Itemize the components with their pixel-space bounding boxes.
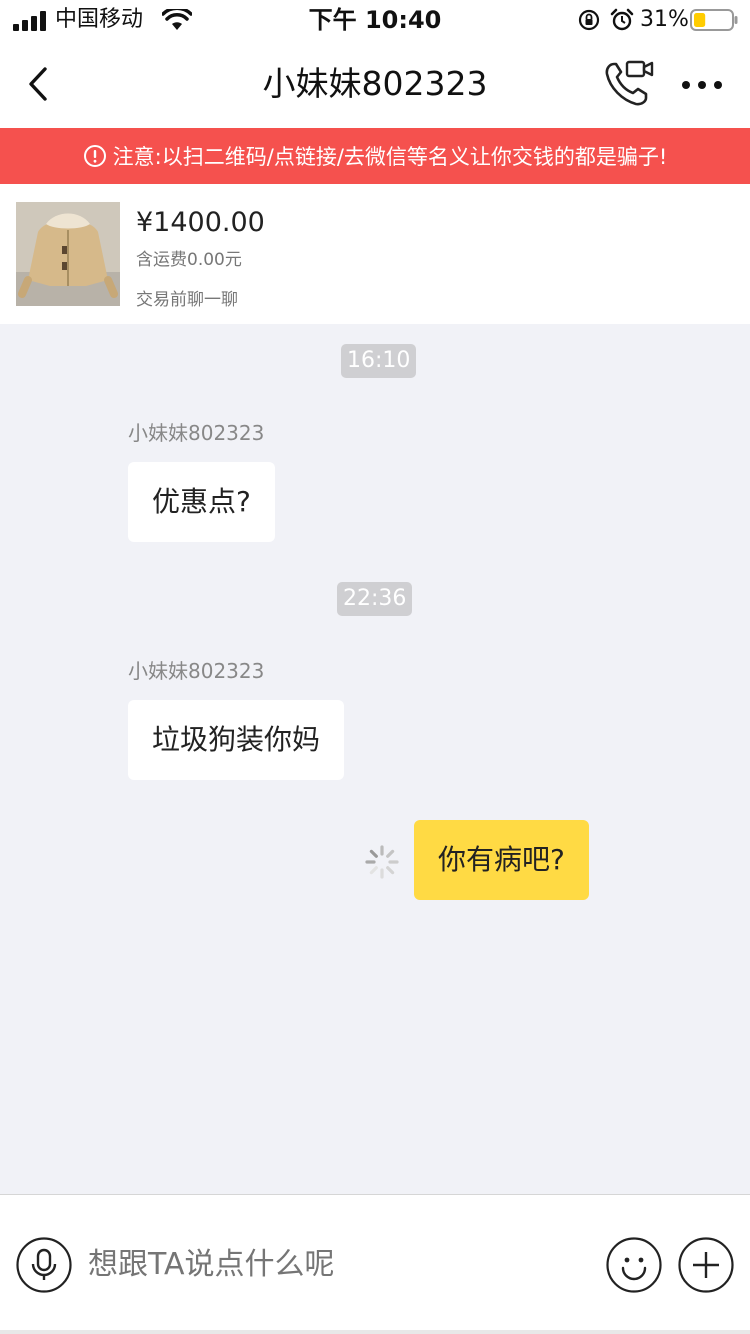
message-bubble-outgoing[interactable]: 你有病吧? <box>414 820 589 900</box>
status-bar: 中国移动 下午 10:40 31% <box>0 0 750 40</box>
status-time: 下午 10:40 <box>308 6 442 34</box>
sending-spinner-icon <box>365 845 399 879</box>
alert-circle-icon <box>83 145 106 167</box>
timestamp: 22:36 <box>337 582 413 616</box>
message-input[interactable] <box>88 1245 588 1285</box>
jacket-image <box>16 202 120 306</box>
product-hint: 交易前聊一聊 <box>136 290 238 310</box>
message-bubble-incoming[interactable]: 优惠点? <box>128 462 275 542</box>
video-call-icon[interactable] <box>600 58 660 110</box>
input-bar <box>0 1194 750 1334</box>
plus-icon[interactable] <box>678 1237 734 1293</box>
warning-text: 注意:以扫二维码/点链接/去微信等名义让你交钱的都是骗子! <box>112 145 668 169</box>
timestamp: 16:10 <box>341 344 417 378</box>
message-bubble-incoming[interactable]: 垃圾狗装你妈 <box>128 700 345 780</box>
scam-warning-banner: 注意:以扫二维码/点链接/去微信等名义让你交钱的都是骗子! <box>0 128 750 184</box>
battery-percent: 31% <box>640 7 689 32</box>
sender-name: 小妹妹802323 <box>128 421 265 445</box>
product-price: ¥1400.00 <box>136 207 265 238</box>
rotation-lock-icon <box>578 9 600 31</box>
alarm-icon <box>610 8 634 31</box>
emoji-icon[interactable] <box>606 1237 662 1293</box>
chat-area[interactable]: 16:10 小妹妹802323 优惠点? 22:36 小妹妹802323 垃圾狗… <box>0 324 750 1194</box>
microphone-icon[interactable] <box>16 1237 72 1293</box>
product-shipping: 含运费0.00元 <box>136 250 242 270</box>
more-icon[interactable] <box>678 70 726 100</box>
product-image[interactable] <box>16 202 120 306</box>
sender-name: 小妹妹802323 <box>128 659 265 683</box>
nav-bar: 小妹妹802323 <box>0 40 750 128</box>
product-card[interactable]: ¥1400.00 含运费0.00元 交易前聊一聊 <box>0 184 750 324</box>
bottom-divider <box>0 1330 750 1334</box>
battery-icon <box>690 9 738 31</box>
